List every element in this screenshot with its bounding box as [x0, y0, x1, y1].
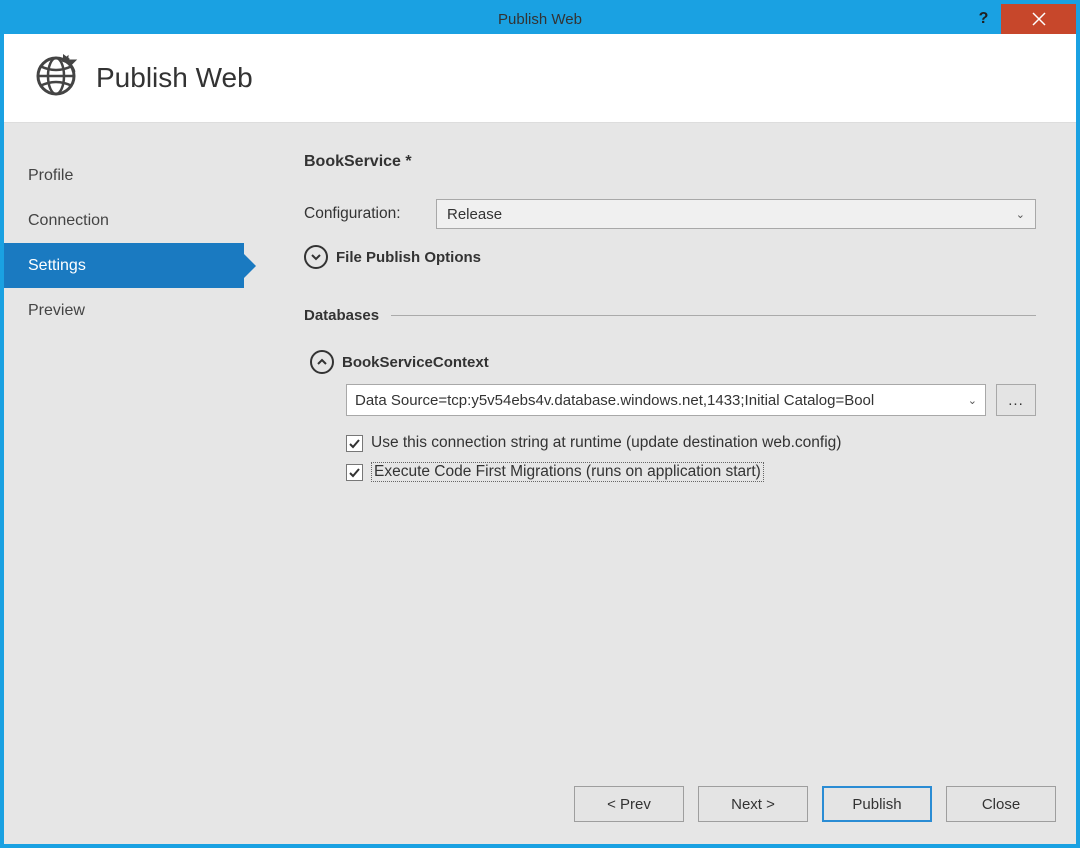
database-body: Data Source=tcp:y5v54ebs4v.database.wind… [310, 384, 1036, 482]
connection-string-dropdown[interactable]: Data Source=tcp:y5v54ebs4v.database.wind… [346, 384, 986, 416]
execute-migrations-checkbox[interactable] [346, 464, 363, 481]
close-label: Close [982, 796, 1020, 813]
configuration-row: Configuration: Release ⌄ [304, 199, 1036, 229]
sidebar-item-profile[interactable]: Profile [4, 153, 244, 198]
database-expander[interactable]: BookServiceContext [310, 350, 1036, 374]
publish-button[interactable]: Publish [822, 786, 932, 822]
window-controls: ? [966, 4, 1076, 34]
sidebar-item-label: Profile [28, 167, 73, 185]
divider [391, 315, 1036, 316]
use-connection-string-checkbox[interactable] [346, 435, 363, 452]
ellipsis-icon: ... [1008, 392, 1024, 409]
help-button[interactable]: ? [966, 4, 1001, 34]
profile-title: BookService * [304, 153, 1036, 171]
use-connection-string-row[interactable]: Use this connection string at runtime (u… [346, 434, 1036, 452]
next-label: Next > [731, 796, 775, 813]
close-window-button[interactable] [1001, 4, 1076, 34]
close-icon [1032, 12, 1046, 26]
database-block: BookServiceContext Data Source=tcp:y5v54… [304, 350, 1036, 492]
use-connection-string-label: Use this connection string at runtime (u… [371, 434, 841, 452]
publish-label: Publish [852, 796, 901, 813]
chevron-down-icon: ⌄ [968, 394, 977, 407]
footer: < Prev Next > Publish Close [4, 772, 1076, 844]
next-button[interactable]: Next > [698, 786, 808, 822]
content-pane: BookService * Configuration: Release ⌄ F… [244, 123, 1076, 772]
file-publish-options-expander[interactable]: File Publish Options [304, 245, 1036, 269]
header: Publish Web [4, 34, 1076, 123]
sidebar-item-connection[interactable]: Connection [4, 198, 244, 243]
configuration-select[interactable]: Release ⌄ [436, 199, 1036, 229]
prev-label: < Prev [607, 796, 651, 813]
chevron-up-icon [310, 350, 334, 374]
configuration-label: Configuration: [304, 205, 424, 223]
publish-web-window: Publish Web ? Publis [0, 0, 1080, 848]
dialog-body: Profile Connection Settings Preview Book… [4, 123, 1076, 772]
sidebar-item-label: Settings [28, 257, 86, 275]
chevron-down-icon: ⌄ [1016, 208, 1025, 221]
connection-string-value: Data Source=tcp:y5v54ebs4v.database.wind… [355, 392, 960, 409]
prev-button[interactable]: < Prev [574, 786, 684, 822]
chevron-down-icon [304, 245, 328, 269]
sidebar: Profile Connection Settings Preview [4, 123, 244, 772]
check-icon [348, 437, 361, 450]
globe-publish-icon [34, 54, 78, 102]
sidebar-item-label: Connection [28, 212, 109, 230]
file-publish-options-label: File Publish Options [336, 249, 481, 266]
execute-migrations-label: Execute Code First Migrations (runs on a… [371, 462, 764, 482]
sidebar-item-settings[interactable]: Settings [4, 243, 244, 288]
databases-section-header: Databases [304, 307, 1036, 324]
window-title: Publish Web [498, 11, 582, 28]
databases-title: Databases [304, 307, 379, 324]
configuration-value: Release [447, 206, 502, 223]
execute-migrations-row[interactable]: Execute Code First Migrations (runs on a… [346, 462, 1036, 482]
titlebar: Publish Web ? [4, 4, 1076, 34]
header-title: Publish Web [96, 62, 253, 94]
sidebar-item-preview[interactable]: Preview [4, 288, 244, 333]
database-name: BookServiceContext [342, 354, 489, 371]
close-button[interactable]: Close [946, 786, 1056, 822]
connection-string-row: Data Source=tcp:y5v54ebs4v.database.wind… [346, 384, 1036, 416]
browse-connection-button[interactable]: ... [996, 384, 1036, 416]
check-icon [348, 466, 361, 479]
sidebar-item-label: Preview [28, 302, 85, 320]
